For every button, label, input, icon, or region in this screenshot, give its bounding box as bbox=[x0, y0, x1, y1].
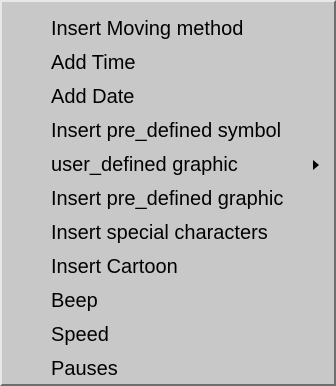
menu-item-label: user_defined graphic bbox=[51, 154, 238, 176]
menu-item-speed[interactable]: Speed bbox=[2, 318, 334, 352]
menu-item-beep[interactable]: Beep bbox=[2, 284, 334, 318]
menu-item-add-time[interactable]: Add Time bbox=[2, 46, 334, 80]
chevron-right-icon bbox=[313, 160, 319, 170]
menu-item-pauses[interactable]: Pauses bbox=[2, 352, 334, 386]
menu-item-insert-moving-method[interactable]: Insert Moving method bbox=[2, 12, 334, 46]
menu-item-insert-special-characters[interactable]: Insert special characters bbox=[2, 216, 334, 250]
menu-item-insert-predefined-graphic[interactable]: Insert pre_defined graphic bbox=[2, 182, 334, 216]
menu-item-insert-predefined-symbol[interactable]: Insert pre_defined symbol bbox=[2, 114, 334, 148]
menu-item-insert-cartoon[interactable]: Insert Cartoon bbox=[2, 250, 334, 284]
menu-item-add-date[interactable]: Add Date bbox=[2, 80, 334, 114]
context-menu: Insert Moving method Add Time Add Date I… bbox=[0, 0, 336, 386]
menu-item-user-defined-graphic[interactable]: user_defined graphic bbox=[2, 148, 334, 182]
